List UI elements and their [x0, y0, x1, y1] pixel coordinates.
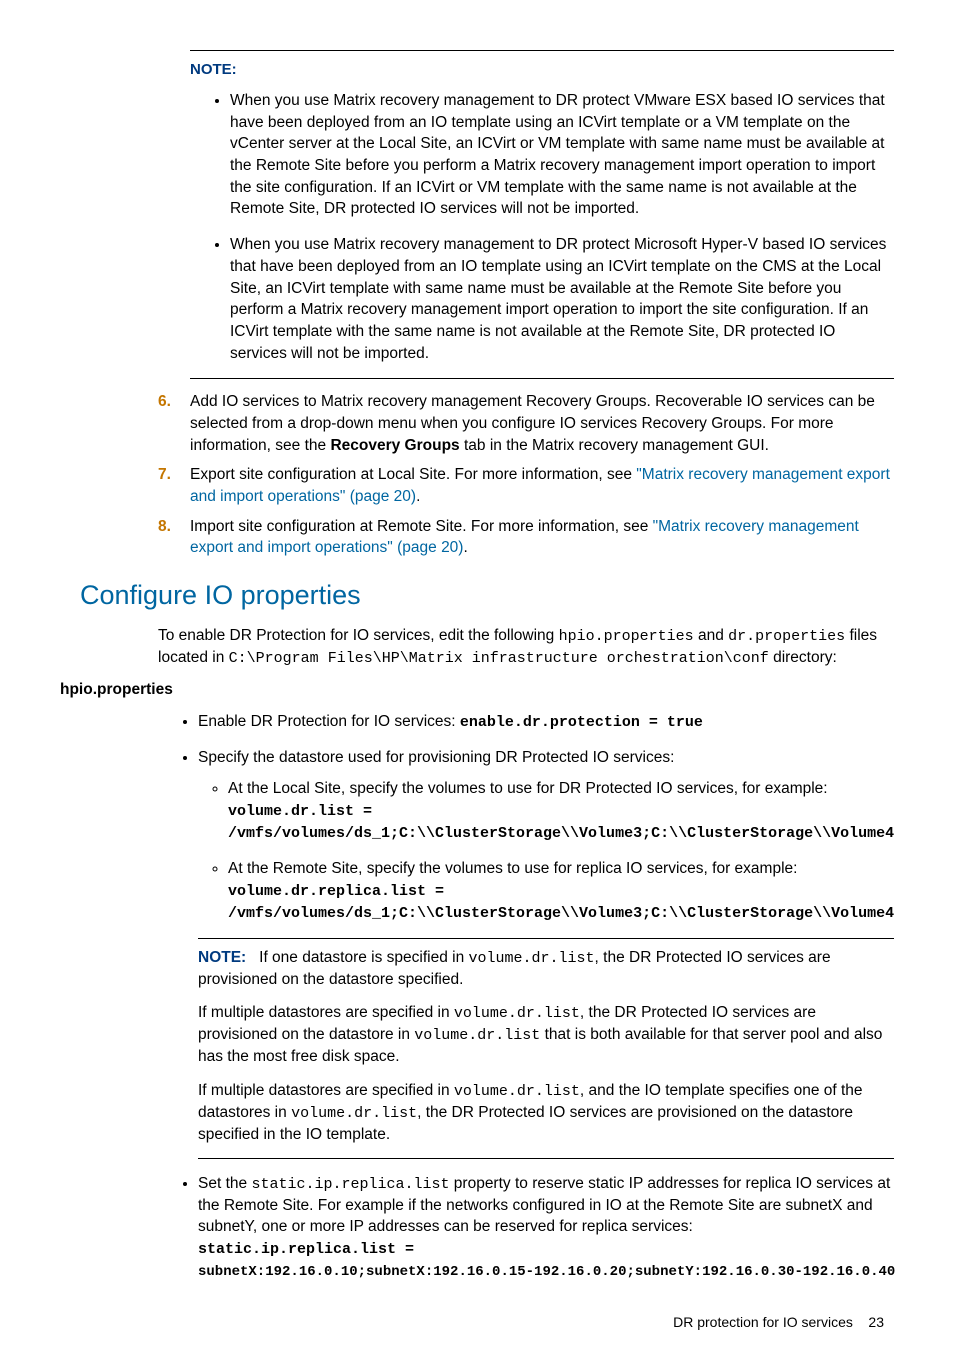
code-line: static.ip.replica.list =: [198, 1241, 414, 1258]
step-number: 7.: [158, 464, 171, 486]
step-text: Export site configuration at Local Site.…: [190, 466, 890, 505]
step-8: 8. Import site configuration at Remote S…: [158, 516, 894, 559]
step-number: 6.: [158, 391, 171, 413]
code-inline: dr.properties: [728, 628, 845, 645]
list-item: At the Remote Site, specify the volumes …: [228, 858, 894, 924]
list-item: Enable DR Protection for IO services: en…: [198, 711, 894, 733]
code-inline: volume.dr.list: [291, 1105, 417, 1122]
footer-text: DR protection for IO services: [673, 1314, 853, 1330]
section-heading: Configure IO properties: [80, 577, 894, 615]
note-paragraph: If multiple datastores are specified in …: [198, 1002, 894, 1068]
code-inline: volume.dr.list: [454, 1083, 580, 1100]
code-line: /vmfs/volumes/ds_1;C:\\ClusterStorage\\V…: [228, 825, 894, 842]
step-text: Import site configuration at Remote Site…: [190, 518, 859, 557]
code-line: /vmfs/volumes/ds_1;C:\\ClusterStorage\\V…: [228, 905, 894, 922]
code-inline: C:\Program Files\HP\Matrix infrastructur…: [229, 650, 769, 667]
note-label: NOTE:: [190, 59, 894, 80]
code-inline: hpio.properties: [559, 628, 694, 645]
page-footer: DR protection for IO services 23: [60, 1313, 894, 1333]
code-line: volume.dr.replica.list =: [228, 883, 444, 900]
note-block: NOTE: When you use Matrix recovery manag…: [190, 50, 894, 379]
code-line: subnetX:192.16.0.10;subnetX:192.16.0.15-…: [198, 1264, 895, 1280]
recovery-groups-label: Recovery Groups: [330, 437, 459, 454]
list-item: Specify the datastore used for provision…: [198, 747, 894, 1159]
code-inline: enable.dr.protection = true: [460, 714, 703, 731]
list-item: At the Local Site, specify the volumes t…: [228, 778, 894, 844]
code-inline: static.ip.replica.list: [251, 1176, 449, 1193]
note-inline-block: NOTE: If one datastore is specified in v…: [198, 947, 894, 991]
step-7: 7. Export site configuration at Local Si…: [158, 464, 894, 507]
step-6: 6. Add IO services to Matrix recovery ma…: [158, 391, 894, 456]
sub-list: At the Local Site, specify the volumes t…: [198, 778, 894, 923]
note-item: When you use Matrix recovery management …: [230, 90, 894, 220]
note-list: When you use Matrix recovery management …: [190, 90, 894, 364]
divider: [198, 938, 894, 939]
step-list: 6. Add IO services to Matrix recovery ma…: [158, 391, 894, 559]
code-inline: volume.dr.list: [469, 950, 595, 967]
subheading-hpio: hpio.properties: [60, 679, 894, 701]
section-intro: To enable DR Protection for IO services,…: [158, 625, 894, 669]
step-number: 8.: [158, 516, 171, 538]
properties-list: Enable DR Protection for IO services: en…: [158, 711, 894, 1283]
list-item: Set the static.ip.replica.list property …: [198, 1173, 894, 1283]
code-inline: volume.dr.list: [414, 1027, 540, 1044]
note-item: When you use Matrix recovery management …: [230, 234, 894, 364]
note-label: NOTE:: [198, 949, 246, 966]
page-number: 23: [868, 1314, 884, 1330]
divider: [190, 378, 894, 379]
divider: [190, 50, 894, 51]
code-line: volume.dr.list =: [228, 803, 372, 820]
code-inline: volume.dr.list: [454, 1005, 580, 1022]
step-text: Add IO services to Matrix recovery manag…: [190, 393, 875, 453]
note-paragraph: If multiple datastores are specified in …: [198, 1080, 894, 1146]
divider: [198, 1158, 894, 1159]
